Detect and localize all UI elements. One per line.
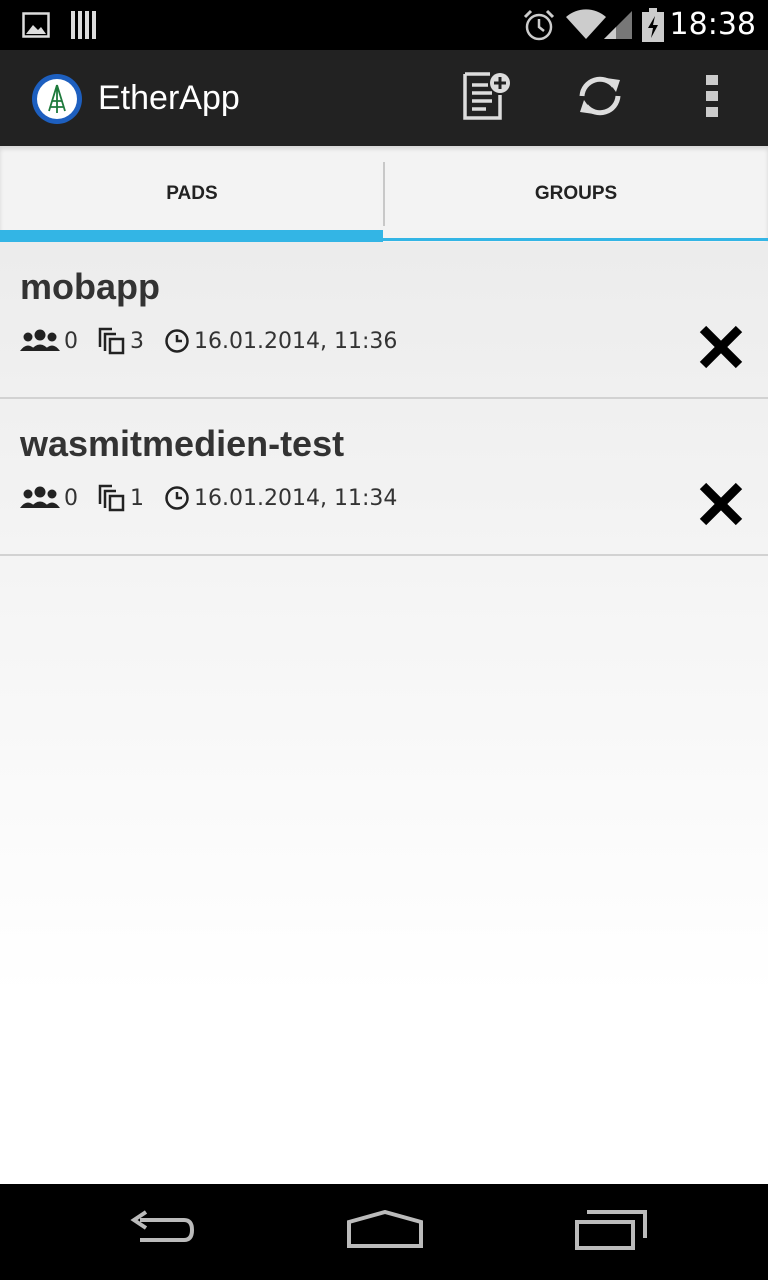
pad-meta: 0 3 16.01.2014, 11:36 [20, 326, 397, 356]
pad-revision-count: 3 [130, 328, 144, 354]
refresh-button[interactable] [570, 68, 630, 128]
home-icon [347, 1209, 423, 1255]
pad-user-count: 0 [64, 485, 78, 511]
pad-revision-count: 1 [130, 485, 144, 511]
clock-icon [164, 485, 190, 511]
close-icon [697, 480, 745, 533]
delete-pad-button[interactable] [694, 479, 748, 533]
pad-meta: 0 1 16.01.2014, 11:34 [20, 483, 397, 513]
users-icon [20, 329, 60, 353]
revisions-icon [98, 327, 126, 355]
tab-groups-label: GROUPS [534, 183, 618, 204]
pad-list-item[interactable]: mobapp 0 3 16.01.2014, 11:36 [0, 242, 768, 399]
pad-name: mobapp [20, 266, 160, 307]
users-icon [20, 486, 60, 510]
back-icon [126, 1209, 196, 1255]
new-pad-icon [462, 71, 510, 126]
pad-last-edited: 16.01.2014, 11:36 [194, 328, 398, 354]
tab-groups[interactable]: GROUPS [384, 146, 768, 242]
tab-selected-indicator [0, 230, 383, 242]
refresh-icon [576, 74, 624, 123]
navigation-bar [0, 1184, 768, 1280]
pad-user-count: 0 [64, 328, 78, 354]
tab-pads[interactable]: PADS [0, 146, 384, 242]
recent-apps-button[interactable] [566, 1202, 656, 1262]
back-button[interactable] [116, 1202, 206, 1262]
alarm-icon [522, 0, 556, 50]
pad-name: wasmitmedien-test [20, 423, 345, 464]
image-notification-icon [22, 0, 50, 50]
action-bar: EtherApp [0, 50, 768, 146]
pad-list: mobapp 0 3 16.01.2014, 11:36 wasmitmedie… [0, 242, 768, 1184]
recent-apps-icon [575, 1209, 647, 1255]
overflow-menu-button[interactable] [682, 68, 742, 128]
tab-pads-label: PADS [166, 183, 218, 204]
delete-pad-button[interactable] [694, 322, 748, 376]
revisions-icon [98, 484, 126, 512]
app-logo-icon [32, 74, 82, 124]
pad-list-item[interactable]: wasmitmedien-test 0 1 16.01.2014, 11:34 [0, 399, 768, 556]
tab-underline [383, 238, 768, 241]
pad-last-edited: 16.01.2014, 11:34 [194, 485, 398, 511]
wifi-icon [566, 0, 606, 50]
overflow-menu-icon [706, 74, 718, 122]
status-bar: 18:38 [0, 0, 768, 50]
status-time: 18:38 [669, 7, 756, 42]
close-icon [697, 323, 745, 376]
clock-icon [164, 328, 190, 354]
home-button[interactable] [340, 1202, 430, 1262]
app-title: EtherApp [98, 79, 240, 117]
battery-charging-icon [642, 0, 664, 50]
tab-bar: PADS GROUPS [0, 146, 768, 242]
new-pad-button[interactable] [456, 68, 516, 128]
barcode-notification-icon [70, 0, 98, 50]
cell-signal-icon [604, 0, 634, 50]
